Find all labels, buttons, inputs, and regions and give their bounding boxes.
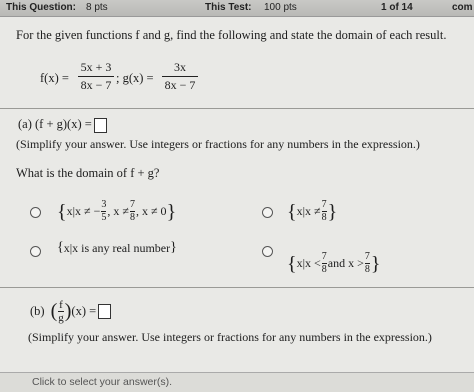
fraction-bar [162, 76, 198, 77]
part-a-label: (a) (f + g)(x) = [18, 117, 92, 131]
left-paren: ( [50, 300, 58, 322]
part-b-expression: (b) ( fg ) (x) = [30, 299, 112, 324]
option-a-radio[interactable] [30, 207, 41, 218]
g-denominator: 8x − 7 [164, 78, 196, 92]
part-a-answer-box[interactable] [93, 117, 107, 133]
option-d[interactable]: { x|x < 78 and x > 78 } [287, 252, 380, 275]
option-d-text: x|x < [296, 256, 321, 270]
right-brace: } [166, 200, 177, 223]
f-over-g-fraction: fg [58, 299, 64, 324]
f-denominator: 8x − 7 [80, 78, 112, 92]
option-a-text: x|x ≠ − [66, 204, 101, 218]
right-brace: } [327, 200, 338, 223]
option-d-text-mid: and x > [327, 256, 364, 270]
left-brace: { [57, 200, 67, 223]
option-b-radio[interactable] [262, 207, 273, 218]
option-c-radio[interactable] [30, 246, 41, 257]
f-numerator: 5x + 3 [80, 60, 112, 74]
option-a-fraction-2: 78 [129, 199, 135, 223]
part-a-instruction: (Simplify your answer. Use integers or f… [16, 137, 420, 151]
option-a-fraction-1: 35 [101, 199, 107, 223]
part-b-label: (b) [30, 304, 45, 318]
option-d-fraction-1: 78 [321, 251, 327, 275]
option-a[interactable]: { x|x ≠ − 35 , x ≠ 78 , x ≠ 0 } [57, 200, 176, 223]
problem-prompt: For the given functions f and g, find th… [16, 28, 447, 42]
option-b[interactable]: { x|x ≠ 78 } [287, 200, 337, 223]
option-d-fraction-2: 78 [364, 251, 370, 275]
fraction-bar [78, 76, 114, 77]
g-numerator: 3x [174, 60, 186, 74]
part-a-expression: (a) (f + g)(x) = [18, 117, 107, 133]
option-b-text: x|x ≠ [296, 204, 321, 218]
option-d-radio[interactable] [262, 246, 273, 257]
section-divider [0, 108, 474, 109]
left-brace: { [287, 252, 297, 275]
question-label: This Question: [6, 2, 76, 13]
footer-hint: Click to select your answer(s). [32, 376, 173, 388]
status-text: com [452, 2, 473, 13]
test-points: 100 pts [264, 2, 297, 13]
part-b-after: (x) = [71, 304, 97, 318]
part-b-instruction: (Simplify your answer. Use integers or f… [28, 330, 432, 344]
right-paren: ) [64, 300, 72, 322]
domain-question: What is the domain of f + g? [16, 166, 160, 180]
f-fraction: 5x + 3 8x − 7 [78, 61, 114, 92]
question-progress: 1 of 14 [381, 2, 413, 13]
footer-bar: Click to select your answer(s). [0, 372, 474, 392]
section-divider [0, 287, 474, 288]
f-definition-lhs: f(x) = [40, 71, 69, 85]
option-c[interactable]: {x|x is any real number} [57, 240, 177, 256]
option-a-text-post: , x ≠ 0 [135, 204, 167, 218]
test-label: This Test: [205, 2, 252, 13]
part-b-answer-box[interactable] [98, 304, 112, 319]
question-points: 8 pts [86, 2, 108, 13]
option-c-text: x|x is any real number [63, 240, 171, 255]
left-brace: { [57, 240, 64, 255]
left-brace: { [287, 200, 297, 223]
option-b-fraction: 78 [321, 199, 327, 223]
g-definition-lhs: ; g(x) = [116, 71, 154, 85]
g-fraction: 3x 8x − 7 [162, 61, 198, 92]
right-brace: } [370, 252, 381, 275]
right-brace: } [170, 240, 177, 255]
option-a-text-mid: , x ≠ [107, 204, 129, 218]
question-header-bar: This Question: 8 pts This Test: 100 pts … [0, 0, 474, 17]
